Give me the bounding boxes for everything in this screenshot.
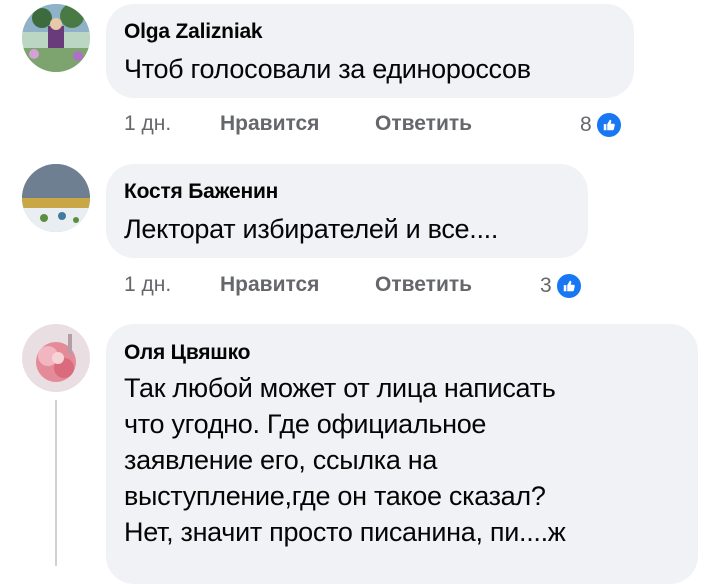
reaction-count-value: 3 xyxy=(540,274,552,297)
avatar[interactable] xyxy=(22,164,90,232)
comment-timestamp[interactable]: 1 дн. xyxy=(124,273,220,297)
comment-actions: 1 дн. Нравится Ответить xyxy=(124,112,575,136)
comment-bubble: Olga Zalizniak Чтоб голосовали за единор… xyxy=(106,4,634,98)
comment-text-line: Так любой может от лица написать xyxy=(124,373,556,403)
comment-text-line: Нет, значит просто писанина, пи....ж xyxy=(124,517,566,547)
reaction-count[interactable]: 8 xyxy=(580,111,623,139)
comment-bubble: Оля Цвяшко Так любой может от лица напис… xyxy=(106,324,698,584)
thumbs-up-icon xyxy=(554,272,583,300)
comment-text-line: что угодно. Где официальное xyxy=(124,409,487,439)
comment-timestamp[interactable]: 1 дн. xyxy=(124,112,220,136)
reaction-count-value: 8 xyxy=(580,113,592,136)
comment-actions: 1 дн. Нравится Ответить xyxy=(124,273,575,297)
comment-text: Чтоб голосовали за единороссов xyxy=(124,54,531,84)
reaction-count[interactable]: 3 xyxy=(540,272,583,300)
comment-author[interactable]: Оля Цвяшко xyxy=(124,340,680,366)
comment-author[interactable]: Olga Zalizniak xyxy=(124,19,616,45)
avatar[interactable] xyxy=(22,4,90,72)
like-button[interactable]: Нравится xyxy=(220,273,375,297)
comment-bubble: Костя Баженин Лекторат избирателей и все… xyxy=(106,164,588,258)
comment-text: Так любой может от лица написать что уго… xyxy=(124,370,680,550)
comment-text-line: выступление,где он такое сказал? xyxy=(124,481,546,511)
thumbs-up-icon xyxy=(594,111,623,139)
like-button[interactable]: Нравится xyxy=(220,112,375,136)
reply-button[interactable]: Ответить xyxy=(375,112,575,136)
comment-text-line: заявление его, ссылка на xyxy=(124,445,438,475)
avatar[interactable] xyxy=(22,324,90,392)
comment-author[interactable]: Костя Баженин xyxy=(124,179,570,205)
thread-line xyxy=(55,400,57,566)
comment-text: Лекторат избирателей и все.... xyxy=(124,214,499,244)
